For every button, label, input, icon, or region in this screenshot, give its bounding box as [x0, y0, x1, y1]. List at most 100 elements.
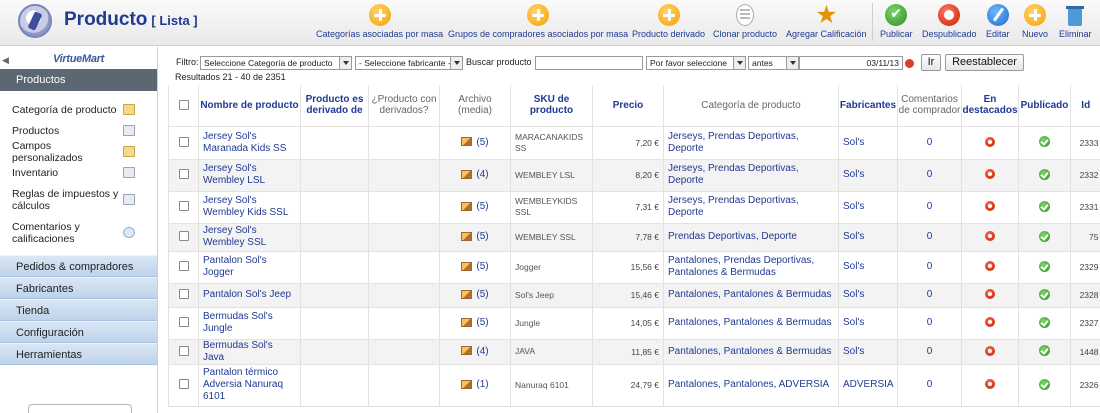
- go-button[interactable]: Ir: [921, 54, 941, 71]
- table-row[interactable]: Pantalon Sol's Jogger (5) Jogger 15,56 € Pan…: [168, 251, 1100, 284]
- nav-herramientas[interactable]: Herramientas: [0, 343, 157, 365]
- category-link[interactable]: Pantalones, Pantalones & Bermudas: [663, 339, 839, 365]
- product-name-link[interactable]: Jersey Sol's Maranada Kids SS: [198, 126, 301, 160]
- manufacturer-link[interactable]: Sol's: [838, 251, 898, 284]
- manufacturer-link[interactable]: ADVERSIA: [838, 364, 898, 407]
- not-featured-icon[interactable]: [985, 136, 995, 147]
- unpublish-button[interactable]: Despublicado: [922, 4, 977, 39]
- delete-button[interactable]: Eliminar: [1059, 4, 1092, 39]
- col-featured[interactable]: En destacados: [961, 85, 1019, 127]
- table-row[interactable]: Pantalon térmico Adversia Nanuraq 6101 (1…: [168, 364, 1100, 407]
- not-featured-icon[interactable]: [985, 379, 995, 390]
- media-cell[interactable]: (5): [439, 223, 511, 252]
- published-check-icon[interactable]: [1039, 378, 1050, 390]
- category-link[interactable]: Pantalones, Prendas Deportivas, Pantalon…: [663, 251, 839, 284]
- not-featured-icon[interactable]: [985, 345, 995, 356]
- media-cell[interactable]: (1): [439, 364, 511, 407]
- manufacturer-link[interactable]: Sol's: [838, 159, 898, 192]
- published-check-icon[interactable]: [1039, 136, 1050, 148]
- col-published[interactable]: Publicado: [1018, 85, 1071, 127]
- media-cell[interactable]: (5): [439, 283, 511, 308]
- reviews-count[interactable]: 0: [897, 126, 962, 160]
- row-checkbox[interactable]: [178, 231, 189, 242]
- not-featured-icon[interactable]: [985, 261, 995, 272]
- reviews-count[interactable]: 0: [897, 283, 962, 308]
- sidebar-item-impuestos[interactable]: Reglas de impuestos y cálculos: [0, 183, 157, 216]
- row-checkbox[interactable]: [178, 345, 189, 356]
- sidebar-item-campos[interactable]: Campos personalizados: [0, 140, 157, 164]
- product-name-link[interactable]: Bermudas Sol's Jungle: [198, 307, 301, 340]
- reviews-count[interactable]: 0: [897, 364, 962, 407]
- clone-product-button[interactable]: Clonar producto: [713, 4, 777, 39]
- sidebar-bottom-button[interactable]: [28, 404, 132, 413]
- sidebar-section-productos[interactable]: Productos: [0, 69, 157, 91]
- collapse-arrow-icon[interactable]: ◀: [2, 55, 9, 66]
- col-parent[interactable]: Producto es derivado de: [300, 85, 369, 127]
- new-button[interactable]: Nuevo: [1022, 4, 1048, 39]
- not-featured-icon[interactable]: [985, 317, 995, 328]
- clear-date-icon[interactable]: [905, 59, 914, 68]
- category-link[interactable]: Pantalones, Pantalones & Bermudas: [663, 283, 839, 308]
- col-id[interactable]: Id: [1070, 85, 1100, 127]
- category-select[interactable]: Seleccione Categoría de producto: [200, 56, 352, 70]
- product-name-link[interactable]: Pantalon Sol's Jogger: [198, 251, 301, 284]
- manufacturer-link[interactable]: Sol's: [838, 283, 898, 308]
- not-featured-icon[interactable]: [985, 169, 995, 180]
- table-row[interactable]: Bermudas Sol's Jungle (5) Jungle 14,05 € Pan…: [168, 307, 1100, 340]
- category-link[interactable]: Jerseys, Prendas Deportivas, Deporte: [663, 159, 839, 192]
- reviews-count[interactable]: 0: [897, 251, 962, 284]
- publish-button[interactable]: Publicar: [880, 4, 913, 39]
- media-cell[interactable]: (5): [439, 126, 511, 160]
- manufacturer-link[interactable]: Sol's: [838, 191, 898, 224]
- category-link[interactable]: Prendas Deportivas, Deporte: [663, 223, 839, 252]
- not-featured-icon[interactable]: [985, 201, 995, 212]
- manufacturer-select[interactable]: - Seleccione fabricante -: [355, 56, 463, 70]
- mass-category-button[interactable]: Categorías asociadas por masa: [316, 4, 443, 39]
- row-checkbox[interactable]: [178, 169, 189, 180]
- product-name-link[interactable]: Pantalon Sol's Jeep: [198, 283, 301, 308]
- category-link[interactable]: Jerseys, Prendas Deportivas, Deporte: [663, 126, 839, 160]
- published-check-icon[interactable]: [1039, 200, 1050, 212]
- child-product-button[interactable]: Producto derivado: [632, 4, 705, 39]
- published-check-icon[interactable]: [1039, 316, 1050, 328]
- row-checkbox[interactable]: [178, 317, 189, 328]
- not-featured-icon[interactable]: [985, 231, 995, 242]
- published-check-icon[interactable]: [1039, 288, 1050, 300]
- reset-button[interactable]: Reestablecer: [945, 54, 1024, 71]
- table-row[interactable]: Bermudas Sol's Java (4) JAVA 11,85 € Pantalo…: [168, 339, 1100, 365]
- sidebar-item-productos[interactable]: Productos: [0, 120, 157, 141]
- row-checkbox[interactable]: [178, 201, 189, 212]
- manufacturer-link[interactable]: Sol's: [838, 339, 898, 365]
- published-check-icon[interactable]: [1039, 260, 1050, 272]
- reviews-count[interactable]: 0: [897, 159, 962, 192]
- row-checkbox[interactable]: [178, 289, 189, 300]
- table-row[interactable]: Jersey Sol's Wembley LSL (4) WEMBLEY LSL 8,…: [168, 159, 1100, 192]
- table-row[interactable]: Jersey Sol's Wembley Kids SSL (5) WEMBLEYK…: [168, 191, 1100, 224]
- mass-shoppergroup-button[interactable]: Grupos de compradores asociados por masa: [448, 4, 628, 39]
- nav-pedidos[interactable]: Pedidos & compradores: [0, 255, 157, 277]
- table-row[interactable]: Pantalon Sol's Jeep (5) Sol's Jeep 15,46 € P…: [168, 283, 1100, 308]
- media-cell[interactable]: (5): [439, 191, 511, 224]
- media-cell[interactable]: (5): [439, 251, 511, 284]
- col-price[interactable]: Precio: [592, 85, 664, 127]
- published-check-icon[interactable]: [1039, 230, 1050, 242]
- sidebar-item-categoria[interactable]: Categoría de producto: [0, 99, 157, 120]
- product-name-link[interactable]: Jersey Sol's Wembley LSL: [198, 159, 301, 192]
- reviews-count[interactable]: 0: [897, 191, 962, 224]
- search-input[interactable]: [535, 56, 643, 70]
- row-checkbox[interactable]: [178, 136, 189, 147]
- manufacturer-link[interactable]: Sol's: [838, 223, 898, 252]
- col-name[interactable]: Nombre de producto: [198, 85, 301, 127]
- media-cell[interactable]: (4): [439, 159, 511, 192]
- table-row[interactable]: Jersey Sol's Wembley SSL (5) WEMBLEY SSL 7,…: [168, 223, 1100, 252]
- sidebar-item-inventario[interactable]: Inventario: [0, 162, 157, 183]
- not-featured-icon[interactable]: [985, 289, 995, 300]
- published-check-icon[interactable]: [1039, 345, 1050, 357]
- reviews-count[interactable]: 0: [897, 223, 962, 252]
- add-rating-button[interactable]: Agregar Calificación: [786, 0, 867, 39]
- manufacturer-link[interactable]: Sol's: [838, 126, 898, 160]
- nav-configuracion[interactable]: Configuración: [0, 321, 157, 343]
- edit-button[interactable]: Editar: [986, 4, 1010, 39]
- media-cell[interactable]: (4): [439, 339, 511, 365]
- manufacturer-link[interactable]: Sol's: [838, 307, 898, 340]
